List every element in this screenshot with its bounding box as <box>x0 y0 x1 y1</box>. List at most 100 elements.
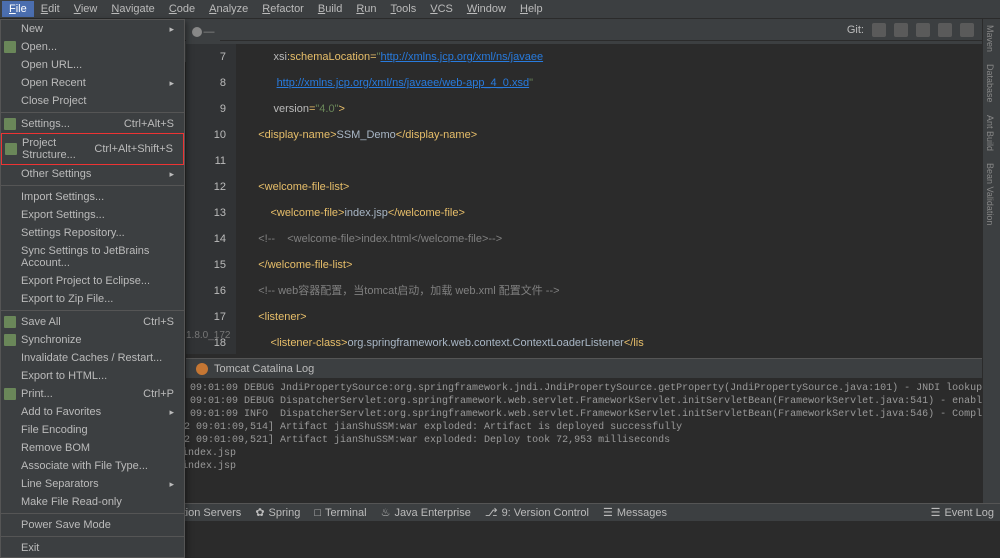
menu-item-label: Print... <box>21 388 53 400</box>
menu-item-open-recent[interactable]: Open Recent ▸ <box>1 74 184 92</box>
line-number: 11 <box>186 148 226 174</box>
shortcut: Ctrl+P <box>143 388 174 400</box>
file-menu-popup: New▸ Open... Open URL... Open Recent ▸ Close … <box>0 19 185 558</box>
menu-navigate[interactable]: Navigate <box>104 1 161 17</box>
branch-icon[interactable] <box>872 23 886 37</box>
git-label: Git: <box>847 24 864 36</box>
revert-icon[interactable] <box>960 23 974 37</box>
menu-tools[interactable]: Tools <box>384 1 424 17</box>
commit-icon[interactable] <box>894 23 908 37</box>
status-java-enterprise[interactable]: ♨Java Enterprise <box>381 506 471 519</box>
menu-item-new[interactable]: New▸ <box>1 20 184 38</box>
line-number: 14 <box>186 226 226 252</box>
menu-item-synchronize[interactable]: Synchronize <box>1 331 184 349</box>
menu-item-sync-settings-to-jetbrains-account-[interactable]: Sync Settings to JetBrains Account... <box>1 242 184 272</box>
status-terminal[interactable]: □Terminal <box>314 507 366 519</box>
console-output[interactable]: 2019-06-22 09:01:09 DEBUG JndiPropertySo… <box>120 378 982 503</box>
gear-icon[interactable] <box>192 27 202 37</box>
menu-item-export-project-to-eclipse-[interactable]: Export Project to Eclipse... <box>1 272 184 290</box>
menu-item-import-settings-[interactable]: Import Settings... <box>1 188 184 206</box>
shortcut: Ctrl+Alt+Shift+S <box>94 143 173 155</box>
menu-item-label: Line Separators <box>21 478 99 490</box>
menu-item-label: Open... <box>21 41 57 53</box>
event-log-label: Event Log <box>944 507 994 519</box>
menu-item-close-project[interactable]: Close Project <box>1 92 184 110</box>
editor[interactable]: 789101112131415161718 xsi:schemaLocation… <box>186 44 982 354</box>
menu-item-label: Open Recent <box>21 77 86 89</box>
history-icon[interactable] <box>938 23 952 37</box>
submenu-arrow-icon: ▸ <box>169 78 174 89</box>
menu-item-icon <box>4 41 16 53</box>
menu-item-export-settings-[interactable]: Export Settings... <box>1 206 184 224</box>
menu-item-open-url-[interactable]: Open URL... <box>1 56 184 74</box>
menu-item-label: Sync Settings to JetBrains Account... <box>21 245 174 269</box>
menu-item-settings-repository-[interactable]: Settings Repository... <box>1 224 184 242</box>
toolwindow-ant-build[interactable]: Ant Build <box>983 109 997 157</box>
event-log[interactable]: ☰Event Log <box>931 506 994 519</box>
menu-window[interactable]: Window <box>460 1 513 17</box>
line-number: 12 <box>186 174 226 200</box>
menu-item-label: Settings... <box>21 118 70 130</box>
menu-item-label: Remove BOM <box>21 442 90 454</box>
menu-item-label: Export to HTML... <box>21 370 107 382</box>
menu-item-project-structure-[interactable]: Project Structure...Ctrl+Alt+Shift+S <box>1 133 184 165</box>
toolwindow-database[interactable]: Database <box>983 58 997 109</box>
menu-help[interactable]: Help <box>513 1 550 17</box>
tomcat-icon <box>196 363 208 375</box>
submenu-arrow-icon: ▸ <box>169 479 174 490</box>
menu-item-add-to-favorites[interactable]: Add to Favorites▸ <box>1 403 184 421</box>
console-tab-label[interactable]: Tomcat Catalina Log <box>214 363 314 375</box>
line-number: 9 <box>186 96 226 122</box>
menu-item-make-file-read-only[interactable]: Make File Read-only <box>1 493 184 511</box>
menu-item-export-to-html-[interactable]: Export to HTML... <box>1 367 184 385</box>
shortcut: Ctrl+S <box>143 316 174 328</box>
menu-item-invalidate-caches-restart-[interactable]: Invalidate Caches / Restart... <box>1 349 184 367</box>
menu-item-label: File Encoding <box>21 424 88 436</box>
menu-item-save-all[interactable]: Save AllCtrl+S <box>1 313 184 331</box>
menu-code[interactable]: Code <box>162 1 202 17</box>
menu-item-settings-[interactable]: Settings... Ctrl+Alt+S <box>1 115 184 133</box>
menu-file[interactable]: File <box>2 1 34 17</box>
status-label: Spring <box>269 507 301 519</box>
status-label: Java Enterprise <box>394 507 470 519</box>
shortcut: Ctrl+Alt+S <box>124 118 174 130</box>
menu-run[interactable]: Run <box>349 1 383 17</box>
toolwindow-maven[interactable]: Maven <box>983 19 997 58</box>
menu-build[interactable]: Build <box>311 1 349 17</box>
menu-item-power-save-mode[interactable]: Power Save Mode <box>1 516 184 534</box>
menu-item-label: Export to Zip File... <box>21 293 113 305</box>
menu-item-print-[interactable]: Print... Ctrl+P <box>1 385 184 403</box>
menu-vcs[interactable]: VCS <box>423 1 460 17</box>
console-tab-bar: Tomcat Catalina Log <box>186 358 982 378</box>
line-gutter: 789101112131415161718 <box>186 44 236 354</box>
status-spring[interactable]: ✿ Spring <box>255 506 300 519</box>
menu-item-other-settings[interactable]: Other Settings▸ <box>1 165 184 183</box>
code-area[interactable]: xsi:schemaLocation="http://xmlns.jcp.org… <box>236 44 982 354</box>
status--version-control[interactable]: ⎇9: Version Control <box>485 506 589 519</box>
line-number: 13 <box>186 200 226 226</box>
menu-item-remove-bom: Remove BOM <box>1 439 184 457</box>
menu-view[interactable]: View <box>67 1 105 17</box>
collapse-icon[interactable]: — <box>204 26 215 38</box>
menu-refactor[interactable]: Refactor <box>255 1 311 17</box>
status-label: 9: Version Control <box>502 507 589 519</box>
menu-item-label: Other Settings <box>21 168 91 180</box>
menu-item-exit[interactable]: Exit <box>1 539 184 557</box>
status-messages[interactable]: ☰Messages <box>603 506 667 519</box>
menu-item-icon <box>4 334 16 346</box>
menu-item-open-[interactable]: Open... <box>1 38 184 56</box>
menu-edit[interactable]: Edit <box>34 1 67 17</box>
menu-item-label: Synchronize <box>21 334 82 346</box>
status-label: Messages <box>617 507 667 519</box>
menu-item-export-to-zip-file-[interactable]: Export to Zip File... <box>1 290 184 308</box>
menu-item-line-separators[interactable]: Line Separators ▸ <box>1 475 184 493</box>
menu-item-label: Make File Read-only <box>21 496 122 508</box>
pull-icon[interactable] <box>916 23 930 37</box>
status-icon: □ <box>314 507 321 519</box>
event-log-icon: ☰ <box>931 506 941 519</box>
status-icon: ✿ <box>255 506 264 519</box>
menu-analyze[interactable]: Analyze <box>202 1 255 17</box>
menu-item-icon <box>4 118 16 130</box>
toolwindow-bean-validation[interactable]: Bean Validation <box>983 157 997 231</box>
menu-item-label: Export Project to Eclipse... <box>21 275 150 287</box>
